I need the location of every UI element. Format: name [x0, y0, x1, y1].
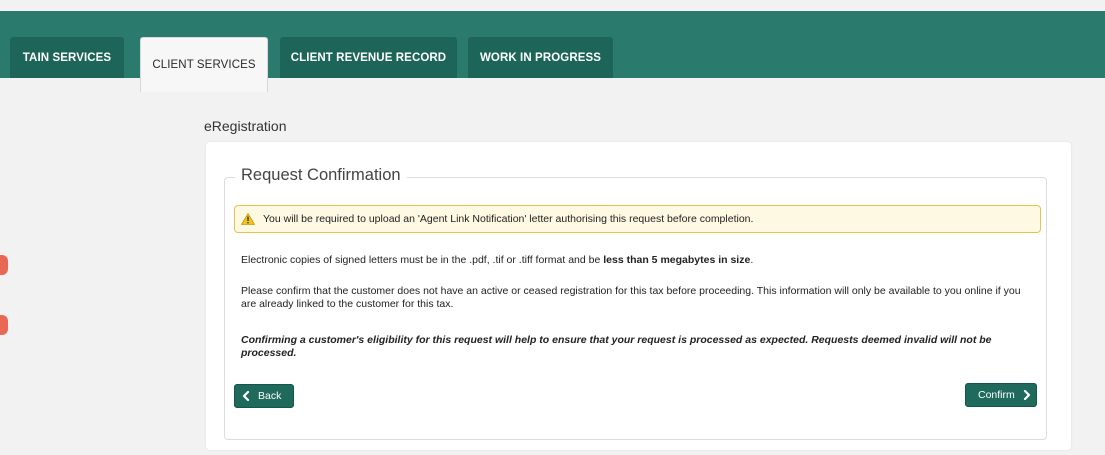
content-panel: Request Confirmation You will be require… [206, 142, 1071, 450]
tab-client-services[interactable]: CLIENT SERVICES [140, 37, 268, 92]
back-button-label: Back [258, 390, 282, 402]
file-format-paragraph: Electronic copies of signed letters must… [241, 254, 1031, 267]
tab-label: TAIN SERVICES [22, 51, 112, 64]
tab-label: CLIENT REVENUE RECORD [290, 51, 447, 64]
warning-text: You will be required to upload an 'Agent… [263, 213, 754, 225]
tab-client-revenue-record[interactable]: CLIENT REVENUE RECORD [280, 37, 457, 78]
file-size-limit-text: less than 5 megabytes in size [603, 254, 751, 266]
page-title: eRegistration [204, 118, 287, 134]
chevron-right-icon [1023, 390, 1030, 400]
confirmation-info-paragraph: Please confirm that the customer does no… [241, 285, 1021, 310]
confirm-button[interactable]: Confirm [965, 383, 1037, 407]
tab-label: CLIENT SERVICES [152, 59, 256, 71]
warning-alert: You will be required to upload an 'Agent… [234, 205, 1041, 233]
back-button[interactable]: Back [234, 384, 294, 408]
tab-tain-services[interactable]: TAIN SERVICES [10, 37, 124, 78]
decorative-edge-mark [0, 255, 8, 275]
chevron-left-icon [242, 391, 250, 401]
decorative-edge-mark [0, 315, 8, 335]
tab-label: WORK IN PROGRESS [479, 51, 602, 64]
file-format-text: Electronic copies of signed letters must… [241, 254, 604, 266]
tab-work-in-progress[interactable]: WORK IN PROGRESS [468, 37, 613, 78]
warning-icon [241, 213, 255, 225]
eligibility-notice-paragraph: Confirming a customer's eligibility for … [241, 334, 992, 359]
request-confirmation-fieldset: Request Confirmation You will be require… [224, 166, 1047, 440]
confirm-button-label: Confirm [978, 389, 1015, 401]
fieldset-legend: Request Confirmation [235, 166, 407, 185]
file-format-text-end: . [750, 254, 754, 266]
